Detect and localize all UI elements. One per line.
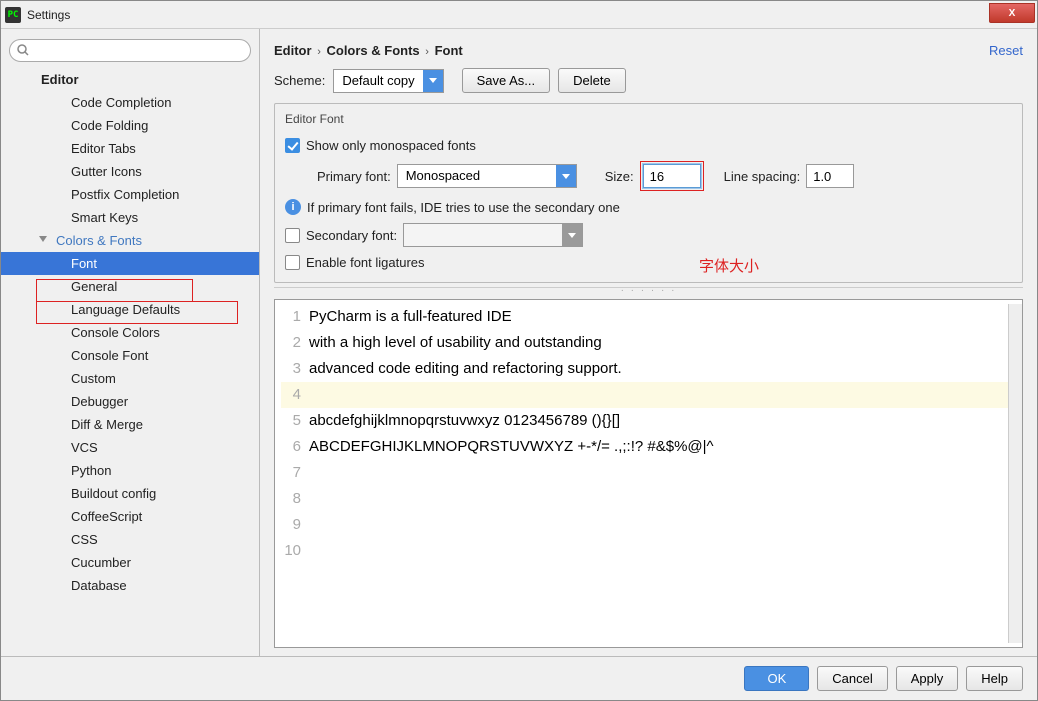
tree-item[interactable]: General (1, 275, 259, 298)
tree-item[interactable]: Code Completion (1, 91, 259, 114)
tree-item[interactable]: VCS (1, 436, 259, 459)
delete-button[interactable]: Delete (558, 68, 626, 93)
tree-item[interactable]: CSS (1, 528, 259, 551)
line-spacing-label: Line spacing: (724, 169, 801, 184)
vertical-scrollbar[interactable] (1008, 304, 1022, 643)
size-input[interactable] (643, 164, 701, 188)
monospace-only-label: Show only monospaced fonts (306, 138, 476, 153)
grip-icon: · · · · · · (621, 285, 677, 296)
app-icon: PC (5, 7, 21, 23)
size-label: Size: (605, 169, 634, 184)
tree-item[interactable]: Buildout config (1, 482, 259, 505)
tree-item[interactable]: Cucumber (1, 551, 259, 574)
titlebar: PC Settings X (1, 1, 1037, 29)
preview-line: 1PyCharm is a full-featured IDE (281, 304, 1016, 330)
scheme-value: Default copy (334, 70, 422, 92)
primary-font-value: Monospaced (398, 165, 556, 187)
tree-item[interactable]: Postfix Completion (1, 183, 259, 206)
tree-item[interactable]: Custom (1, 367, 259, 390)
primary-font-label: Primary font: (317, 169, 391, 184)
secondary-font-checkbox[interactable] (285, 228, 300, 243)
secondary-info-text: If primary font fails, IDE tries to use … (307, 200, 620, 215)
monospace-only-checkbox[interactable] (285, 138, 300, 153)
breadcrumb: Editor › Colors & Fonts › Font (274, 43, 463, 58)
tree-item[interactable]: CoffeeScript (1, 505, 259, 528)
line-spacing-input[interactable] (806, 164, 854, 188)
preview-line: 10 (281, 538, 1016, 564)
section-label: Colors & Fonts (56, 233, 142, 248)
ok-button[interactable]: OK (744, 666, 809, 691)
preview-line: 9 (281, 512, 1016, 538)
dropdown-icon[interactable] (423, 70, 443, 92)
tree-item[interactable]: Gutter Icons (1, 160, 259, 183)
scheme-select[interactable]: Default copy (333, 69, 443, 93)
scheme-label: Scheme: (274, 73, 325, 88)
tree-item[interactable]: Console Colors (1, 321, 259, 344)
dialog-footer: OK Cancel Apply Help (1, 656, 1037, 700)
tree-item[interactable]: Python (1, 459, 259, 482)
tree-item[interactable]: Language Defaults (1, 298, 259, 321)
tree-item[interactable]: Debugger (1, 390, 259, 413)
group-legend: Editor Font (281, 112, 348, 126)
search-input[interactable] (9, 39, 251, 62)
save-as-button[interactable]: Save As... (462, 68, 551, 93)
splitter-handle[interactable]: · · · · · · (274, 287, 1023, 299)
preview-line: 7 (281, 460, 1016, 486)
preview-line: 4 (281, 382, 1016, 408)
chevron-down-icon (39, 236, 47, 242)
ligatures-checkbox[interactable] (285, 255, 300, 270)
tree-root-editor[interactable]: Editor (1, 68, 259, 91)
size-highlight-box (640, 161, 704, 191)
ligatures-label: Enable font ligatures (306, 255, 425, 270)
editor-font-group: Editor Font Show only monospaced fonts P… (274, 103, 1023, 283)
annotation-text: 字体大小 (699, 255, 759, 276)
tree-item[interactable]: Editor Tabs (1, 137, 259, 160)
dropdown-icon[interactable] (562, 224, 582, 246)
tree-item[interactable]: Diff & Merge (1, 413, 259, 436)
info-icon: i (285, 199, 301, 215)
window-title: Settings (27, 8, 70, 22)
preview-line: 5abcdefghijklmnopqrstuvwxyz 0123456789 (… (281, 408, 1016, 434)
secondary-font-value (404, 224, 562, 246)
preview-line: 6ABCDEFGHIJKLMNOPQRSTUVWXYZ +-*/= .,;:!?… (281, 434, 1016, 460)
secondary-font-label: Secondary font: (306, 228, 397, 243)
primary-font-select[interactable]: Monospaced (397, 164, 577, 188)
search-icon (16, 43, 30, 57)
tree-section-colors-fonts[interactable]: Colors & Fonts (1, 229, 259, 252)
apply-button[interactable]: Apply (896, 666, 959, 691)
tree-item[interactable]: Console Font (1, 344, 259, 367)
tree-item[interactable]: Smart Keys (1, 206, 259, 229)
preview-line: 3advanced code editing and refactoring s… (281, 356, 1016, 382)
cancel-button[interactable]: Cancel (817, 666, 887, 691)
preview-line: 8 (281, 486, 1016, 512)
tree-item[interactable]: Code Folding (1, 114, 259, 137)
secondary-font-select[interactable] (403, 223, 583, 247)
main-panel: Editor › Colors & Fonts › Font Reset Sch… (260, 29, 1037, 656)
tree-item[interactable]: Database (1, 574, 259, 597)
tree-item-font[interactable]: Font (1, 252, 259, 275)
help-button[interactable]: Help (966, 666, 1023, 691)
dropdown-icon[interactable] (556, 165, 576, 187)
preview-line: 2with a high level of usability and outs… (281, 330, 1016, 356)
settings-tree[interactable]: Editor Code Completion Code Folding Edit… (1, 68, 259, 656)
window-close-button[interactable]: X (989, 3, 1035, 23)
sidebar: Editor Code Completion Code Folding Edit… (1, 29, 260, 656)
reset-link[interactable]: Reset (989, 43, 1023, 58)
font-preview: 1PyCharm is a full-featured IDE2with a h… (274, 299, 1023, 648)
